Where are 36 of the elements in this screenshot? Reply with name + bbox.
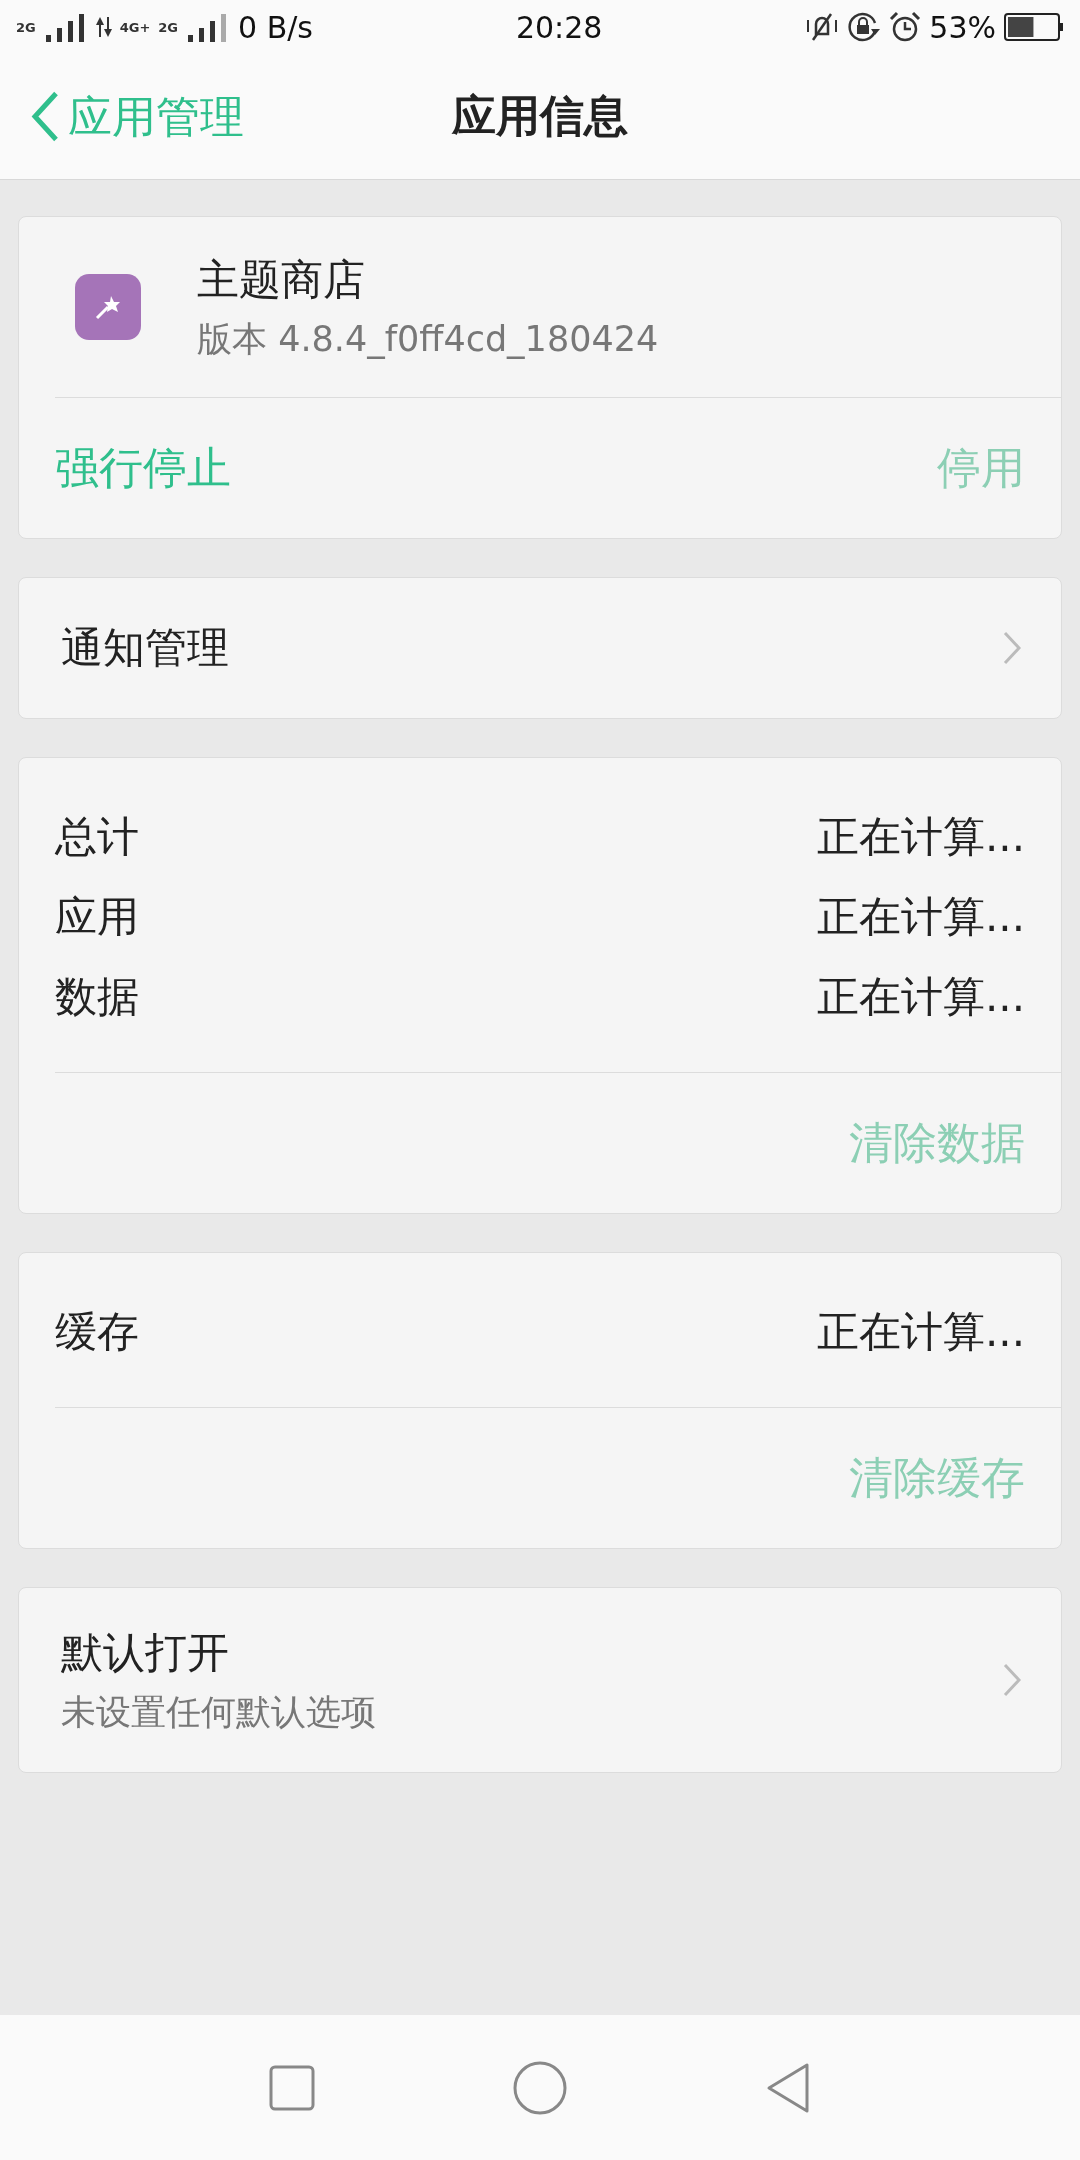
row-label: 数据 xyxy=(55,971,139,1023)
bell-off-icon xyxy=(805,12,840,42)
app-version: 版本 4.8.4_f0ff4cd_180424 xyxy=(197,317,659,361)
home-button[interactable] xyxy=(512,2059,568,2116)
rotation-lock-icon xyxy=(847,11,882,43)
row-value: 正在计算... xyxy=(816,811,1025,863)
row-label: 缓存 xyxy=(55,1306,139,1358)
row-label: 总计 xyxy=(55,811,139,863)
page-title: 应用信息 xyxy=(452,89,628,143)
clock: 20:28 xyxy=(515,9,603,45)
back-button[interactable]: 应用管理 xyxy=(30,87,244,146)
default-open-card[interactable]: 默认打开 未设置任何默认选项 xyxy=(18,1587,1062,1773)
row-value: 正在计算... xyxy=(816,1306,1025,1358)
back-nav-button[interactable] xyxy=(765,2061,812,2114)
battery-percent: 53% xyxy=(929,9,996,45)
chevron-right-icon xyxy=(1003,1663,1021,1697)
network-speed: 0 B/s xyxy=(238,9,313,45)
row-value: 正在计算... xyxy=(816,971,1025,1023)
default-open-label: 默认打开 xyxy=(61,1626,230,1679)
back-chevron-icon xyxy=(30,90,60,143)
network-label: 2G xyxy=(16,20,36,34)
recent-apps-button[interactable] xyxy=(268,2064,315,2111)
notification-card[interactable]: 通知管理 xyxy=(18,577,1062,719)
action-button[interactable]: 强行停止 xyxy=(55,438,231,498)
alarm-clock-icon xyxy=(889,11,922,43)
notification-label: 通知管理 xyxy=(61,622,230,674)
app-name: 主题商店 xyxy=(197,253,366,306)
battery-icon xyxy=(1004,13,1064,41)
default-open-subtitle: 未设置任何默认选项 xyxy=(61,1690,377,1734)
network-label: 4G+ xyxy=(119,20,151,34)
app-icon xyxy=(75,274,141,340)
network-label: 2G xyxy=(158,20,179,34)
row-value: 正在计算... xyxy=(816,891,1025,943)
row-label: 应用 xyxy=(55,891,139,943)
data-arrows-icon xyxy=(95,17,112,37)
chevron-right-icon xyxy=(1003,631,1021,665)
